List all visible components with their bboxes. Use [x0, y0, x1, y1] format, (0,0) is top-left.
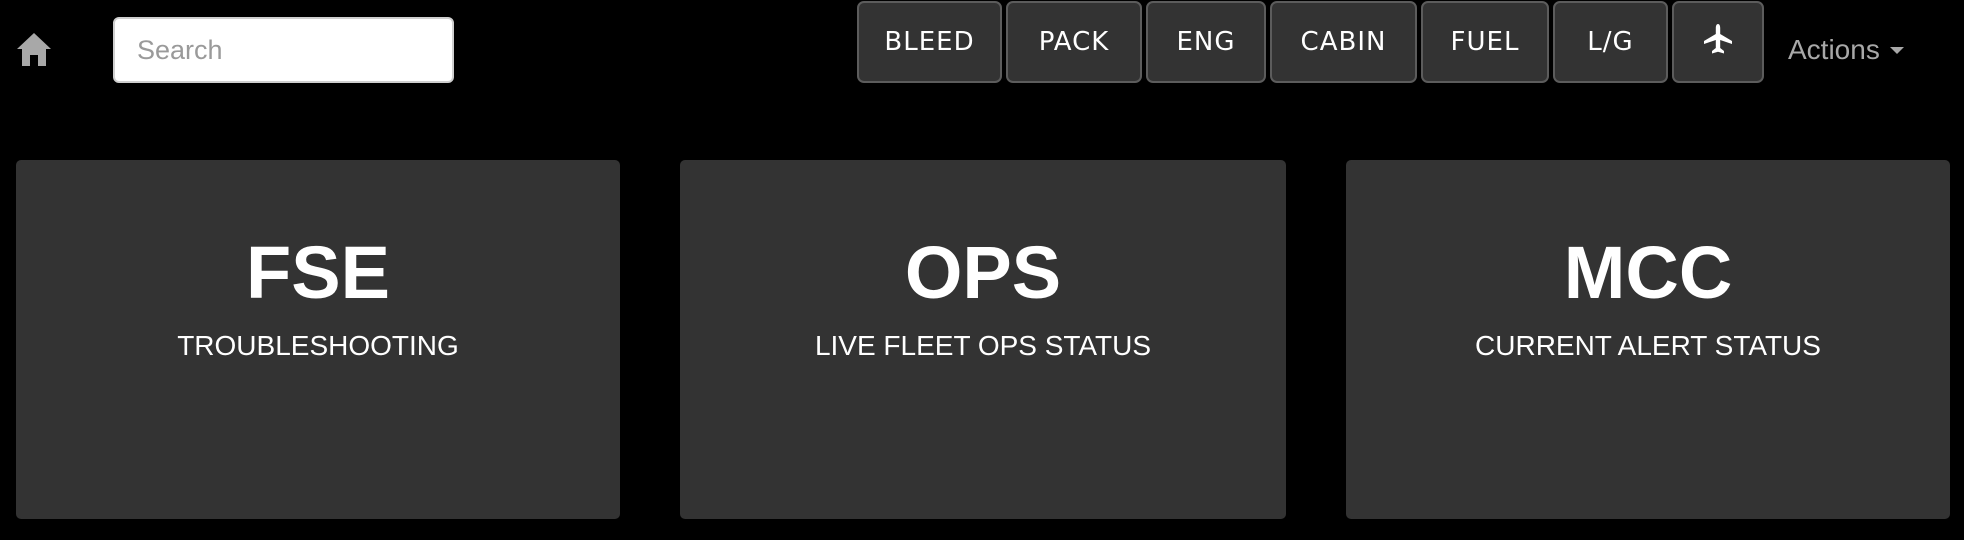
- actions-label: Actions: [1788, 34, 1880, 65]
- ops-card[interactable]: OPS LIVE FLEET OPS STATUS: [680, 160, 1286, 519]
- bleed-button[interactable]: BLEED: [857, 1, 1002, 83]
- airplane-icon: [1703, 23, 1733, 62]
- card-subtitle: LIVE FLEET OPS STATUS: [814, 330, 1152, 361]
- fuel-button[interactable]: FUEL: [1421, 1, 1549, 83]
- dashboard-page: BLEED PACK ENG CABIN FUEL L/G Actions FS…: [0, 0, 1964, 540]
- cabin-button[interactable]: CABIN: [1270, 1, 1417, 83]
- card-subtitle: CURRENT ALERT STATUS: [1475, 330, 1821, 361]
- card-title: OPS: [904, 231, 1062, 314]
- mcc-card[interactable]: MCC CURRENT ALERT STATUS: [1346, 160, 1950, 519]
- aircraft-button[interactable]: [1672, 1, 1764, 83]
- home-button[interactable]: [14, 30, 54, 72]
- pack-button[interactable]: PACK: [1006, 1, 1142, 83]
- fse-card[interactable]: FSE TROUBLESHOOTING: [16, 160, 620, 519]
- caret-down-icon: [1889, 46, 1904, 54]
- card-title: MCC: [1563, 231, 1733, 314]
- landing-gear-button[interactable]: L/G: [1553, 1, 1668, 83]
- actions-dropdown[interactable]: Actions: [1788, 26, 1904, 74]
- eng-button[interactable]: ENG: [1146, 1, 1266, 83]
- search-input[interactable]: [113, 17, 454, 83]
- home-icon: [15, 30, 53, 73]
- card-title: FSE: [246, 231, 390, 314]
- card-subtitle: TROUBLESHOOTING: [177, 330, 459, 361]
